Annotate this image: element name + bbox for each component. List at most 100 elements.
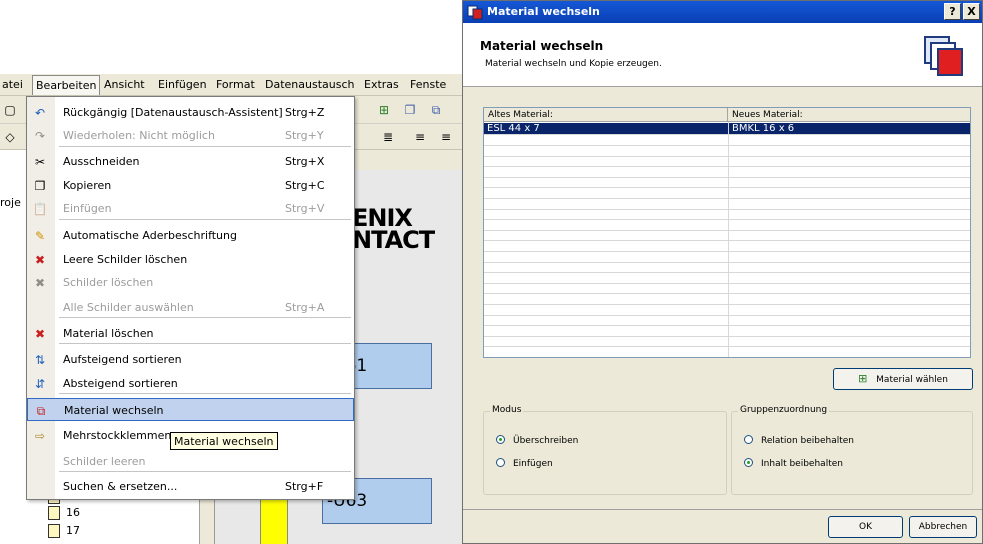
menu-item-wiederholen-nicht-möglich: ↷ Wiederholen: Nicht möglich Strg+Y bbox=[27, 124, 354, 147]
radio-relation-beibehalten[interactable]: Relation beibehalten bbox=[744, 435, 854, 446]
tree-item[interactable]: 16 bbox=[48, 506, 80, 520]
table-row[interactable] bbox=[484, 253, 970, 263]
menu-item-label: Rückgängig [Datenaustausch-Assistent] bbox=[63, 106, 283, 119]
menu-item-ausschneiden[interactable]: ✂ Ausschneiden Strg+X bbox=[27, 150, 354, 173]
table-row[interactable] bbox=[484, 221, 970, 231]
menu-item-label: Automatische Aderbeschriftung bbox=[63, 229, 237, 242]
menu-item-shortcut: Strg+Y bbox=[285, 129, 324, 142]
menu-item-shortcut: Strg+F bbox=[285, 480, 324, 493]
menu-item-einfügen: 📋 Einfügen Strg+V bbox=[27, 197, 354, 220]
draw-icon[interactable]: ◇ bbox=[2, 129, 18, 145]
menu-item-label: Material löschen bbox=[63, 327, 154, 340]
align-right-icon[interactable]: ≣ bbox=[380, 129, 396, 145]
menu-item-material-löschen[interactable]: ✖ Material löschen bbox=[27, 322, 354, 345]
swap-material-large-icon bbox=[924, 36, 963, 76]
table-row[interactable] bbox=[484, 210, 970, 221]
table-row[interactable] bbox=[484, 231, 970, 242]
menu-item-shortcut: Strg+V bbox=[285, 202, 325, 215]
table-row[interactable] bbox=[484, 284, 970, 295]
menu-item-rückgängig-datenaustausch-assistent[interactable]: ↶ Rückgängig [Datenaustausch-Assistent] St… bbox=[27, 101, 354, 124]
menu-item-label: Kopieren bbox=[63, 179, 112, 192]
old-material-cell: ESL 44 x 7 bbox=[487, 123, 540, 134]
menu-ansicht[interactable]: Ansicht bbox=[104, 78, 145, 91]
table-row[interactable] bbox=[484, 263, 970, 274]
column-header-old[interactable]: Altes Material: bbox=[484, 108, 728, 122]
table-row[interactable] bbox=[484, 242, 970, 252]
modus-group: Modus Überschreiben Einfügen bbox=[483, 405, 727, 495]
choose-material-button[interactable]: ⊞ Material wählen bbox=[833, 368, 973, 390]
dialog-titlebar: Material wechseln ? X bbox=[463, 1, 982, 23]
menu-item-leere-schilder-löschen[interactable]: ✖ Leere Schilder löschen bbox=[27, 248, 354, 271]
menu-extras[interactable]: Extras bbox=[364, 78, 399, 91]
menu-item-alle-schilder-auswählen: Alle Schilder auswählen Strg+A bbox=[27, 296, 354, 319]
paste-icon: 📋 bbox=[32, 202, 48, 216]
document-icon bbox=[48, 524, 60, 538]
menu-datenaustausch[interactable]: Datenaustausch bbox=[265, 78, 354, 91]
table-row[interactable] bbox=[484, 306, 970, 316]
table-row[interactable] bbox=[484, 189, 970, 199]
table-row[interactable] bbox=[484, 168, 970, 178]
tree-item[interactable]: 17 bbox=[48, 524, 80, 538]
table-row[interactable] bbox=[484, 147, 970, 157]
table-row[interactable] bbox=[484, 274, 970, 284]
add-icon[interactable]: ⊞ bbox=[376, 102, 392, 118]
align-center-icon[interactable]: ≡ bbox=[412, 129, 428, 145]
gruppen-group-title: Gruppenzuordnung bbox=[738, 405, 830, 415]
cancel-button[interactable]: Abbrechen bbox=[909, 516, 977, 538]
new-icon[interactable]: ▢ bbox=[2, 102, 18, 118]
menu-item-material-wechseln[interactable]: ⧉ Material wechseln bbox=[27, 398, 354, 421]
table-row[interactable] bbox=[484, 178, 970, 189]
multi-terminal-icon: ⇨ bbox=[34, 429, 46, 443]
menu-item-schilder-löschen: ✖ Schilder löschen bbox=[27, 271, 354, 294]
table-row[interactable] bbox=[484, 157, 970, 168]
header-subtitle: Material wechseln und Kopie erzeugen. bbox=[485, 59, 662, 69]
table-row[interactable] bbox=[484, 348, 970, 357]
menu-fenster[interactable]: Fenste bbox=[410, 78, 446, 91]
auto-label-icon: ✎ bbox=[34, 229, 46, 243]
menu-item-label: Suchen & ersetzen... bbox=[63, 480, 178, 493]
ok-button[interactable]: OK bbox=[828, 516, 903, 538]
copy-icon[interactable]: ❐ bbox=[402, 102, 418, 118]
menu-item-shortcut: Strg+A bbox=[285, 301, 325, 314]
table-row[interactable]: ESL 44 x 7 BMKL 16 x 6 bbox=[484, 123, 970, 135]
tooltip: Material wechseln bbox=[170, 432, 278, 450]
table-row[interactable] bbox=[484, 316, 970, 327]
menu-item-label: Mehrstockklemmen bbox=[63, 429, 172, 442]
menu-item-aufsteigend-sortieren[interactable]: ⇅ Aufsteigend sortieren bbox=[27, 348, 354, 371]
add-material-icon: ⊞ bbox=[858, 372, 868, 385]
material-grid[interactable]: Altes Material: Neues Material: ESL 44 x… bbox=[483, 107, 971, 358]
gruppenzuordnung-group: Gruppenzuordnung Relation beibehalten In… bbox=[731, 405, 973, 495]
close-button[interactable]: X bbox=[963, 3, 980, 20]
menu-item-suchen-ersetzen[interactable]: Suchen & ersetzen... Strg+F bbox=[27, 475, 354, 498]
align-justify-icon[interactable]: ≡ bbox=[438, 129, 454, 145]
table-row[interactable] bbox=[484, 295, 970, 305]
menu-item-kopieren[interactable]: ❐ Kopieren Strg+C bbox=[27, 174, 354, 197]
sort-desc-icon: ⇵ bbox=[34, 377, 46, 391]
undo-icon: ↶ bbox=[34, 106, 46, 120]
menu-item-absteigend-sortieren[interactable]: ⇵ Absteigend sortieren bbox=[27, 372, 354, 395]
swap-material-icon[interactable]: ⧉ bbox=[428, 102, 444, 118]
radio-inhalt-beibehalten[interactable]: Inhalt beibehalten bbox=[744, 458, 843, 469]
copy-icon: ❐ bbox=[34, 179, 46, 193]
radio-ueberschreiben[interactable]: Überschreiben bbox=[496, 435, 578, 446]
table-row[interactable] bbox=[484, 327, 970, 337]
menu-item-label: Schilder löschen bbox=[63, 276, 154, 289]
radio-indicator bbox=[744, 435, 753, 444]
menu-item-label: Material wechseln bbox=[64, 404, 164, 417]
delete-labels-icon: ✖ bbox=[34, 253, 46, 267]
radio-indicator bbox=[496, 435, 505, 444]
column-header-new[interactable]: Neues Material: bbox=[728, 108, 970, 122]
menu-item-automatische-aderbeschriftung[interactable]: ✎ Automatische Aderbeschriftung bbox=[27, 224, 354, 247]
editor-window: atei Bearbeiten Ansicht Einfügen Format … bbox=[0, 0, 462, 544]
menu-bearbeiten[interactable]: Bearbeiten bbox=[32, 75, 101, 95]
table-row[interactable] bbox=[484, 136, 970, 146]
menu-format[interactable]: Format bbox=[216, 78, 255, 91]
table-row[interactable] bbox=[484, 200, 970, 210]
menu-item-label: Aufsteigend sortieren bbox=[63, 353, 182, 366]
new-material-cell: BMKL 16 x 6 bbox=[732, 123, 795, 134]
menu-datei[interactable]: atei bbox=[2, 78, 23, 91]
table-row[interactable] bbox=[484, 337, 970, 348]
radio-einfuegen[interactable]: Einfügen bbox=[496, 458, 553, 469]
help-button[interactable]: ? bbox=[944, 3, 961, 20]
menu-einfuegen[interactable]: Einfügen bbox=[158, 78, 207, 91]
